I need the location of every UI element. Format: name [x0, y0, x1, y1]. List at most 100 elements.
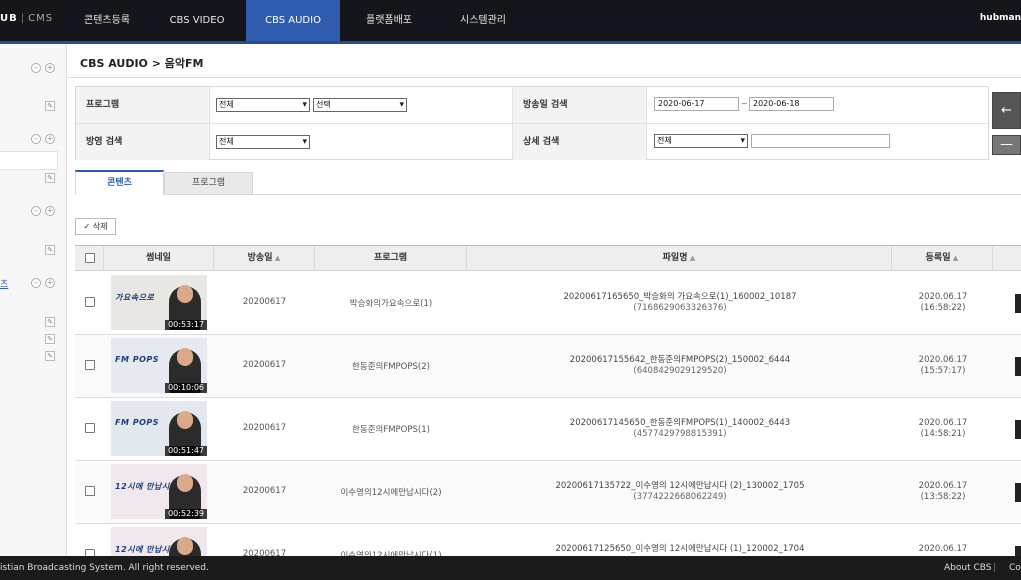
program-sub-select[interactable]: 선택	[313, 98, 407, 112]
table-row[interactable]: FM POPS 00:51:47 20200617 한동준의FMPOPS(1) 2020…	[75, 398, 1021, 461]
filename-cell[interactable]: 20200617155642_한동준의FMPOPS(2)_150002_6444…	[468, 355, 892, 377]
expand-icon[interactable]: +	[45, 278, 55, 288]
filename-text[interactable]: 20200617155642_한동준의FMPOPS(2)_150002_6444	[468, 355, 892, 366]
reg-time-text: (13:58:22)	[920, 492, 966, 502]
reg-time-text: (14:58:21)	[920, 429, 966, 439]
nav-item-platform-deploy[interactable]: 플랫폼배포	[344, 0, 434, 41]
detail-search-input[interactable]	[751, 134, 890, 148]
row-action-button[interactable]	[1015, 483, 1021, 502]
tab-program[interactable]: 프로그램	[164, 172, 253, 195]
detail-search-label: 상세 검색	[513, 124, 646, 160]
program-label: 프로그램	[76, 87, 209, 123]
select-all-checkbox[interactable]	[85, 253, 95, 263]
host-face	[177, 474, 193, 492]
thumbnail-show-title: FM POPS	[115, 355, 159, 364]
date-to-input[interactable]: 2020-06-18	[749, 97, 834, 111]
edit-icon[interactable]: ✎	[45, 101, 55, 111]
air-select[interactable]: 전체	[216, 135, 310, 149]
air-date-cell: 20200617	[242, 423, 287, 433]
nav-item-cbs-audio[interactable]: CBS AUDIO	[246, 0, 340, 41]
filename-cell[interactable]: 20200617165650_박승화의 가요속으로(1)_160002_1018…	[468, 292, 892, 314]
content-table: 썸네일 방송일 프로그램 파일명 등록일 가요속으로 00:53:17 202006…	[75, 245, 1021, 556]
edit-icon[interactable]: ✎	[45, 334, 55, 344]
row-checkbox[interactable]	[85, 423, 95, 433]
row-checkbox[interactable]	[85, 297, 95, 307]
row-action-button[interactable]	[1015, 294, 1021, 313]
thumbnail-image[interactable]: FM POPS 00:10:06	[111, 338, 207, 393]
filename-text[interactable]: 20200617135722_이수영의 12시에만납시다 (2)_130002_…	[468, 481, 892, 492]
row-checkbox[interactable]	[85, 549, 95, 556]
program-cell: 박승화의가요속으로(1)	[349, 299, 433, 309]
collapse-icon[interactable]: –	[31, 63, 41, 73]
filename-cell[interactable]: 20200617135722_이수영의 12시에만납시다 (2)_130002_…	[468, 481, 892, 503]
duration-badge: 00:53:17	[165, 320, 207, 330]
collapse-icon[interactable]: –	[31, 206, 41, 216]
reg-date-text: 2020.06.17	[918, 292, 968, 302]
user-name[interactable]: hubman	[980, 13, 1021, 23]
expand-icon[interactable]: +	[45, 206, 55, 216]
file-id-text: (3774222668062249)	[633, 492, 727, 502]
reset-button[interactable]: —	[992, 135, 1021, 155]
edit-icon[interactable]: ✎	[45, 317, 55, 327]
filename-cell[interactable]: 20200617145650_한동준의FMPOPS(1)_140002_6443…	[468, 418, 892, 440]
table-row[interactable]: 가요속으로 00:53:17 20200617 박승화의가요속으로(1) 2020061…	[75, 272, 1021, 335]
header-filename[interactable]: 파일명	[467, 246, 892, 271]
filename-text[interactable]: 20200617165650_박승화의 가요속으로(1)_160002_1018…	[468, 292, 892, 303]
program-cell: 이수영의12시에만납시다(2)	[340, 488, 442, 498]
sidebar-item-link[interactable]: 츠	[0, 277, 8, 290]
row-action-button[interactable]	[1015, 357, 1021, 376]
header-thumbnail: 썸네일	[104, 246, 214, 271]
divider	[76, 123, 988, 124]
table-row[interactable]: 12시에 만납시다 00:52:39 20200617 이수영의12시에만납시다(2)…	[75, 461, 1021, 524]
nav-item-content-register[interactable]: 콘텐츠등록	[67, 0, 147, 41]
filename-text[interactable]: 20200617125650_이수영의 12시에만납시다 (1)_120002_…	[468, 544, 892, 555]
expand-icon[interactable]: +	[45, 134, 55, 144]
detail-search-select[interactable]: 전체	[654, 134, 748, 148]
duration-badge: 00:52:39	[165, 509, 207, 519]
header-reg-date[interactable]: 등록일	[892, 246, 993, 271]
host-face	[177, 411, 193, 429]
sidebar-selected-item[interactable]	[0, 151, 58, 170]
row-action-button[interactable]	[1015, 546, 1021, 556]
nav-item-system-admin[interactable]: 시스템관리	[438, 0, 528, 41]
reg-date-cell: 2020.06.17	[893, 544, 993, 555]
thumbnail-image[interactable]: 12시에 만납시다	[111, 527, 207, 556]
select-all-cell	[75, 246, 104, 271]
reg-date-cell: 2020.06.17 (13:58:22)	[893, 481, 993, 503]
file-id-text: (7168629063326376)	[633, 303, 727, 313]
host-face	[177, 285, 193, 303]
collapse-icon[interactable]: –	[31, 134, 41, 144]
filename-text[interactable]: 20200617145650_한동준의FMPOPS(1)_140002_6443	[468, 418, 892, 429]
delete-button[interactable]: ✓ 삭제	[75, 218, 116, 235]
table-row[interactable]: 12시에 만납시다 20200617 이수영의12시에만납시다(1) 20200617…	[75, 524, 1021, 556]
header-air-date[interactable]: 방송일	[214, 246, 315, 271]
thumbnail-image[interactable]: 12시에 만납시다 00:52:39	[111, 464, 207, 519]
table-row[interactable]: FM POPS 00:10:06 20200617 한동준의FMPOPS(2) 2020…	[75, 335, 1021, 398]
host-face	[177, 537, 193, 555]
thumbnail-image[interactable]: FM POPS 00:51:47	[111, 401, 207, 456]
reg-date-text: 2020.06.17	[918, 355, 968, 365]
date-from-input[interactable]: 2020-06-17	[654, 97, 739, 111]
nav-item-cbs-video[interactable]: CBS VIDEO	[152, 0, 242, 41]
row-checkbox[interactable]	[85, 486, 95, 496]
edit-icon[interactable]: ✎	[45, 351, 55, 361]
expand-icon[interactable]: +	[45, 63, 55, 73]
about-cbs-link[interactable]: About CBS	[944, 556, 991, 580]
brand-logo[interactable]: UB | CMS	[0, 13, 53, 24]
file-id-text: (4577429798815391)	[633, 429, 727, 439]
edit-icon[interactable]: ✎	[45, 173, 55, 183]
program-cell: 한동준의FMPOPS(1)	[352, 425, 430, 435]
tab-content[interactable]: 콘텐츠	[75, 170, 164, 195]
collapse-icon[interactable]: –	[31, 278, 41, 288]
edit-icon[interactable]: ✎	[45, 245, 55, 255]
search-button[interactable]: ←	[992, 92, 1021, 129]
program-select[interactable]: 전체	[216, 98, 310, 112]
filename-cell[interactable]: 20200617125650_이수영의 12시에만납시다 (1)_120002_…	[468, 544, 892, 555]
reg-date-text: 2020.06.17	[918, 481, 968, 491]
program-cell: 한동준의FMPOPS(2)	[352, 362, 430, 372]
divider	[209, 87, 210, 159]
row-action-button[interactable]	[1015, 420, 1021, 439]
thumbnail-image[interactable]: 가요속으로 00:53:17	[111, 275, 207, 330]
row-checkbox[interactable]	[85, 360, 95, 370]
contact-link[interactable]: Co	[1009, 556, 1021, 580]
